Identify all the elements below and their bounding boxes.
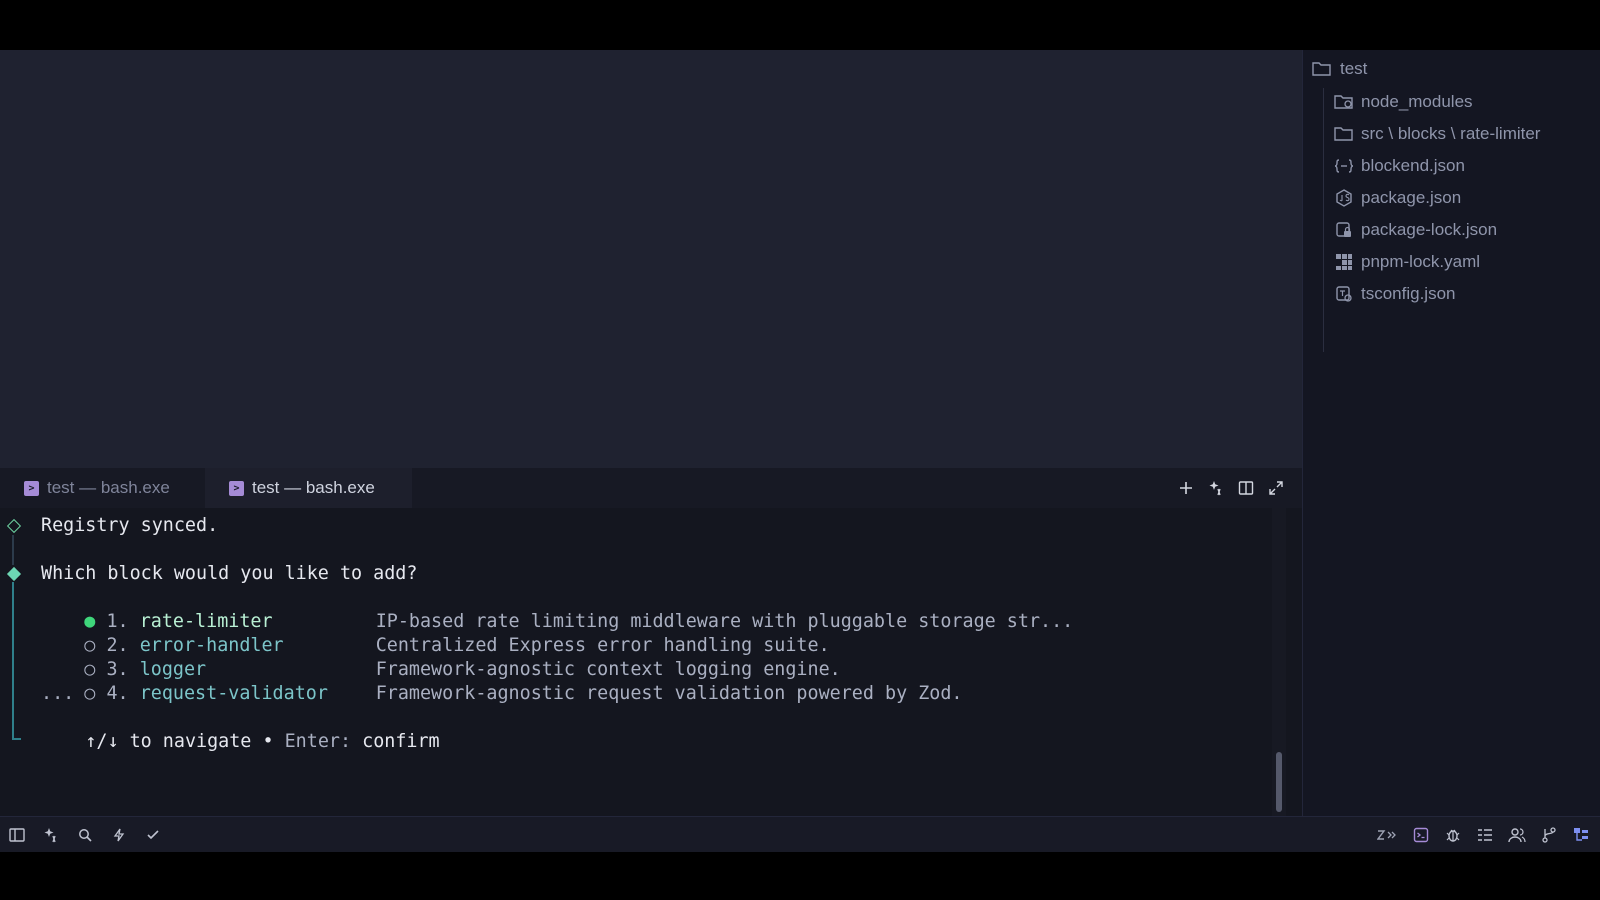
- tsconfig-icon: [1333, 284, 1355, 304]
- toggle-sidebar-icon[interactable]: [8, 826, 26, 844]
- tree-item-tsconfig-json[interactable]: tsconfig.json: [1333, 278, 1540, 310]
- terminal-panel-icon[interactable]: [1412, 826, 1430, 844]
- option-logger[interactable]: ○ 3. logger Framework-agnostic context lo…: [40, 634, 840, 680]
- file-explorer: test node_modules src \ blocks \ rate-li…: [1302, 50, 1600, 816]
- hint-keys: ↑/↓: [85, 731, 119, 752]
- tree-indent-guide: [1323, 88, 1324, 352]
- tree-item-label: package.json: [1361, 188, 1462, 207]
- sparkle-icon[interactable]: [42, 826, 60, 844]
- tab-label: test — bash.exe: [47, 478, 170, 497]
- zed-predict-icon[interactable]: [1376, 826, 1398, 844]
- new-terminal-icon[interactable]: [1178, 480, 1194, 496]
- tab-label: test — bash.exe: [252, 478, 375, 497]
- nodejs-icon: [1333, 188, 1355, 208]
- explorer-root-label: test: [1340, 59, 1368, 78]
- terminal-scrollbar-thumb[interactable]: [1276, 752, 1282, 812]
- hint-navigate: to navigate •: [118, 731, 285, 752]
- search-icon[interactable]: [76, 826, 94, 844]
- terminal-output[interactable]: Registry synced. Which block would you l…: [0, 508, 1302, 816]
- json-braces-icon: [1333, 156, 1355, 176]
- hint-enter: Enter:: [284, 731, 363, 752]
- block-question: Which block would you like to add?: [41, 563, 418, 584]
- lock-file-icon: [1333, 220, 1355, 240]
- option-request-validator[interactable]: ○ 4. request-validator Framework-agnostic…: [40, 658, 962, 704]
- option-number: 4.: [106, 683, 129, 704]
- radio-empty-icon: ○: [84, 683, 96, 704]
- tree-item-blockend-json[interactable]: blockend.json: [1333, 150, 1540, 182]
- explorer-root[interactable]: test: [1311, 57, 1367, 81]
- checkmark-icon[interactable]: [144, 826, 162, 844]
- tab-terminal-1[interactable]: > test — bash.exe: [0, 468, 205, 508]
- tree-item-label: pnpm-lock.yaml: [1361, 252, 1481, 271]
- more-options-ellipsis: ...: [41, 683, 75, 704]
- tree-item-label: blockend.json: [1361, 156, 1465, 175]
- window-bottom-bar: [0, 852, 1600, 900]
- folder-settings-icon: [1333, 92, 1355, 112]
- terminal-icon: >: [229, 480, 244, 496]
- tree-item-src-blocks-rate-limiter[interactable]: src \ blocks \ rate-limiter: [1333, 118, 1540, 150]
- status-bar: [0, 816, 1600, 852]
- maximize-icon[interactable]: [1268, 480, 1284, 496]
- editor-area: [0, 50, 1302, 468]
- terminal-icon: >: [24, 480, 39, 496]
- outline-list-icon[interactable]: [1476, 826, 1494, 844]
- tree-item-label: node_modules: [1361, 92, 1473, 111]
- option-rate-limiter[interactable]: ● 1. rate-limiter IP-based rate limiting …: [40, 586, 1073, 632]
- tree-item-pnpm-lock-yaml[interactable]: pnpm-lock.yaml: [1333, 246, 1540, 278]
- tree-item-package-json[interactable]: package.json: [1333, 182, 1540, 214]
- tree-item-node-modules[interactable]: node_modules: [1333, 86, 1540, 118]
- option-name: request-validator: [139, 683, 328, 704]
- folder-icon: [1333, 124, 1355, 144]
- registry-synced-text: Registry synced.: [41, 515, 219, 536]
- prompt-gutter-line: [12, 535, 14, 565]
- navigation-hint: ↑/↓ to navigate • Enter: confirm: [41, 706, 439, 752]
- pnpm-icon: [1333, 252, 1355, 272]
- project-panel-icon[interactable]: [1572, 826, 1590, 844]
- git-branch-icon[interactable]: [1540, 826, 1558, 844]
- tree-item-label: tsconfig.json: [1361, 284, 1456, 303]
- option-description: Framework-agnostic request validation po…: [375, 683, 963, 704]
- terminal-tab-bar: > test — bash.exe > test — bash.exe: [0, 468, 1302, 508]
- hint-confirm: confirm: [362, 731, 440, 752]
- prompt-gutter-line-active: [12, 582, 14, 740]
- lightning-icon[interactable]: [110, 826, 128, 844]
- debug-bug-icon[interactable]: [1444, 826, 1462, 844]
- folder-open-icon: [1311, 60, 1333, 78]
- window-top-bar: [0, 0, 1600, 50]
- tree-item-package-lock-json[interactable]: package-lock.json: [1333, 214, 1540, 246]
- collaborators-icon[interactable]: [1508, 826, 1526, 844]
- option-error-handler[interactable]: ○ 2. error-handler Centralized Express er…: [40, 610, 829, 656]
- tree-item-label: package-lock.json: [1361, 220, 1498, 239]
- step-active-diamond-icon: [6, 566, 22, 582]
- prompt-gutter-end: [12, 738, 21, 740]
- split-pane-icon[interactable]: [1238, 480, 1254, 496]
- sparkle-icon[interactable]: [1208, 480, 1224, 496]
- tree-item-label: src \ blocks \ rate-limiter: [1361, 124, 1541, 143]
- tab-terminal-2[interactable]: > test — bash.exe: [205, 468, 412, 508]
- step-done-diamond-icon: [6, 518, 22, 534]
